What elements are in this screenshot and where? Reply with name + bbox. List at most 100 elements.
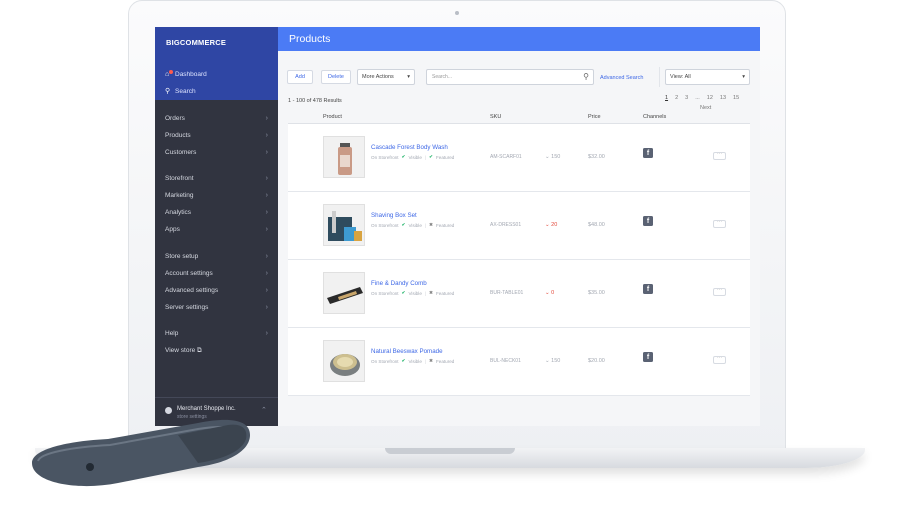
sidebar-item-label: Products [165, 132, 191, 139]
page-link[interactable]: 13 [720, 95, 726, 101]
sidebar-item-label: Marketing [165, 192, 194, 199]
chevron-right-icon: › [265, 270, 268, 277]
product-meta: On Storefront ✔ Visible | ✖ Featured [371, 358, 454, 364]
sku-value: AM-SCARF01 [490, 154, 522, 160]
sidebar-item-label: Store setup [165, 253, 199, 260]
visible-label: Visible [408, 290, 422, 296]
sidebar-item-advanced-settings[interactable]: Advanced settings › [165, 287, 268, 294]
facebook-icon[interactable]: f [643, 284, 653, 294]
chevron-up-icon: ⌃ [261, 407, 267, 414]
more-actions-select[interactable]: More Actions ▾ [357, 69, 415, 85]
sidebar-item-server-settings[interactable]: Server settings › [165, 304, 268, 311]
chevron-right-icon: › [265, 149, 268, 156]
search-placeholder: Search... [432, 74, 453, 80]
page-title: Products [289, 33, 331, 45]
home-icon: ⌂ [165, 70, 170, 78]
sidebar-item-help[interactable]: Help › [165, 330, 268, 337]
product-name-link[interactable]: Fine & Dandy Comb [371, 280, 427, 287]
sidebar-header: BIGCOMMERCE ⌂ Dashboard ⚲ Search [155, 27, 278, 100]
add-button[interactable]: Add [287, 70, 313, 84]
product-name-link[interactable]: Shaving Box Set [371, 212, 417, 219]
page-link[interactable]: 1 [665, 95, 668, 101]
column-header-product[interactable]: Product [323, 114, 342, 120]
more-actions-icon[interactable]: ··· [713, 220, 726, 228]
product-thumbnail[interactable] [323, 340, 365, 382]
bigcommerce-logo[interactable]: BIGCOMMERCE [166, 38, 226, 47]
facebook-icon[interactable]: f [643, 352, 653, 362]
column-header-price[interactable]: Price [588, 114, 601, 120]
product-thumbnail[interactable] [323, 272, 365, 314]
sidebar-item-customers[interactable]: Customers › [165, 149, 268, 156]
more-actions-icon[interactable]: ··· [713, 288, 726, 296]
check-icon: ✔ [401, 222, 406, 227]
table-row[interactable]: Shaving Box Set On Storefront ✔ Visible … [288, 192, 750, 260]
more-actions-icon[interactable]: ··· [713, 356, 726, 364]
facebook-icon[interactable]: f [643, 216, 653, 226]
more-actions-icon[interactable]: ··· [713, 152, 726, 160]
sidebar-item-apps[interactable]: Apps › [165, 226, 268, 233]
page-link[interactable]: 12 [707, 95, 713, 101]
featured-label: Featured [435, 222, 455, 228]
sidebar-item-label: Apps [165, 226, 180, 233]
caret-down-icon: ▾ [742, 74, 745, 80]
storefront-label: On Storefront [371, 154, 399, 160]
page-header: Products [278, 27, 760, 51]
sidebar-item-label: Account settings [165, 270, 213, 277]
product-thumbnail[interactable] [323, 136, 365, 178]
view-select[interactable]: View: All ▾ [665, 69, 750, 85]
column-header-sku[interactable]: SKU [490, 114, 501, 120]
sidebar-item-view-store[interactable]: View store ⧉ [165, 347, 268, 355]
delete-button[interactable]: Delete [321, 70, 351, 84]
featured-status-icon[interactable]: ✖ [429, 290, 433, 296]
sidebar-item-orders[interactable]: Orders › [165, 115, 268, 122]
sidebar-item-label: Customers [165, 149, 197, 156]
price-value: $20.00 [588, 358, 605, 364]
product-thumbnail[interactable] [323, 204, 365, 246]
page-link[interactable]: 15 [733, 95, 739, 101]
visible-label: Visible [408, 358, 422, 364]
stock-value: ⌄ 20 [545, 222, 557, 228]
sidebar-item-label: Analytics [165, 209, 192, 216]
facebook-icon[interactable]: f [643, 148, 653, 158]
page-link[interactable]: 3 [685, 95, 688, 101]
app-screen: BIGCOMMERCE ⌂ Dashboard ⚲ Search Orders ›… [155, 27, 760, 426]
sidebar-item-products[interactable]: Products › [165, 132, 268, 139]
search-input[interactable]: Search... ⚲ [426, 69, 594, 85]
toolbar-divider [659, 67, 660, 87]
featured-status-icon[interactable]: ✖ [429, 222, 433, 228]
product-name-link[interactable]: Natural Beeswax Pomade [371, 348, 443, 355]
sidebar-item-marketing[interactable]: Marketing › [165, 192, 268, 199]
column-header-channels[interactable]: Channels [643, 114, 666, 120]
meta-divider: | [424, 154, 427, 160]
stock-value: ⌄ 0 [545, 290, 554, 296]
page-link[interactable]: 2 [675, 95, 678, 101]
stock-count: 150 [551, 358, 561, 364]
featured-status-icon[interactable]: ✖ [429, 358, 433, 364]
sidebar-link-dashboard[interactable]: ⌂ Dashboard [165, 70, 207, 79]
sidebar-item-storefront[interactable]: Storefront › [165, 175, 268, 182]
sidebar-item-account-settings[interactable]: Account settings › [165, 270, 268, 277]
stock-count: 20 [551, 222, 558, 228]
meta-divider: | [424, 358, 427, 364]
table-row[interactable]: Fine & Dandy Comb On Storefront ✔ Visibl… [288, 260, 750, 328]
featured-status-icon[interactable]: ✔ [429, 154, 433, 160]
featured-label: Featured [435, 290, 455, 296]
sidebar-item-store-setup[interactable]: Store setup › [165, 253, 268, 260]
sidebar-item-label: Help [165, 330, 179, 337]
sidebar-item-analytics[interactable]: Analytics › [165, 209, 268, 216]
featured-label: Featured [435, 358, 455, 364]
next-page-link[interactable]: Next [700, 105, 711, 111]
check-icon: ✔ [401, 290, 406, 295]
chevron-right-icon: › [265, 209, 268, 216]
storefront-label: On Storefront [371, 358, 399, 364]
table-row[interactable]: Cascade Forest Body Wash On Storefront ✔… [288, 124, 750, 192]
stock-count: 0 [551, 290, 555, 296]
sidebar-link-search[interactable]: ⚲ Search [165, 88, 196, 96]
check-icon: ✔ [401, 154, 406, 159]
product-name-link[interactable]: Cascade Forest Body Wash [371, 144, 448, 151]
advanced-search-link[interactable]: Advanced Search [600, 75, 643, 81]
search-icon[interactable]: ⚲ [583, 72, 589, 81]
table-row[interactable]: Natural Beeswax Pomade On Storefront ✔ V… [288, 328, 750, 396]
chevron-right-icon: › [265, 287, 268, 294]
more-actions-label: More Actions [362, 74, 394, 80]
